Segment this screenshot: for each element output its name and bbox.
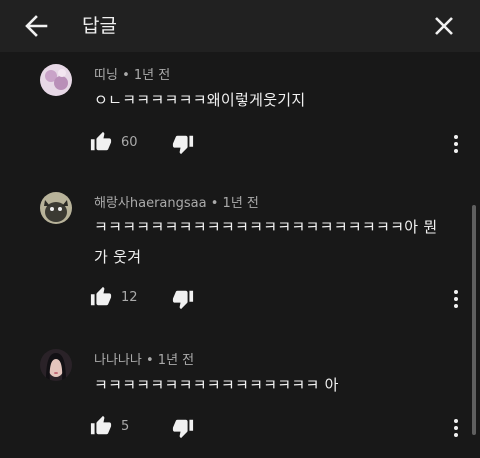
- meta-separator: •: [122, 68, 134, 83]
- close-button[interactable]: [430, 12, 458, 40]
- scrollbar[interactable]: [472, 205, 476, 435]
- back-button[interactable]: [22, 12, 50, 40]
- more-vertical-icon: [454, 135, 458, 153]
- dislike-button[interactable]: [172, 417, 198, 441]
- author-name[interactable]: 해랑사haerangsaa: [94, 196, 207, 211]
- comment-text: ㅋㅋㅋㅋㅋㅋㅋㅋㅋㅋㅋㅋㅋㅋㅋㅋ 아: [94, 376, 339, 394]
- like-count: 60: [121, 135, 138, 150]
- comment-time: 1년 전: [222, 196, 259, 211]
- thumbs-up-icon: [90, 131, 112, 151]
- page-title: 답글: [82, 15, 117, 37]
- comment-meta: 해랑사haerangsaa • 1년 전: [94, 192, 259, 211]
- comment-text: ㅇㄴㅋㅋㅋㅋㅋㅋ왜이렇게웃기지: [94, 91, 306, 109]
- thumbs-down-icon: [172, 135, 194, 155]
- like-button[interactable]: [90, 415, 116, 439]
- meta-separator: •: [145, 353, 158, 368]
- comment-item: 나나나나 • 1년 전 ㅋㅋㅋㅋㅋㅋㅋㅋㅋㅋㅋㅋㅋㅋㅋㅋ 아 5: [0, 349, 480, 444]
- author-name[interactable]: 나나나나: [94, 353, 142, 368]
- like-button[interactable]: [90, 286, 116, 310]
- thumbs-down-icon: [172, 290, 194, 310]
- thumbs-down-icon: [172, 419, 194, 439]
- thumbs-up-icon: [90, 286, 112, 306]
- comment-text: ㅋㅋㅋㅋㅋㅋㅋㅋㅋㅋㅋㅋㅋㅋㅋㅋㅋㅋㅋㅋㅋㅋ아 뭔가 웃겨: [94, 218, 438, 266]
- more-options-button[interactable]: [446, 287, 466, 311]
- more-options-button[interactable]: [446, 416, 466, 440]
- close-icon: [435, 17, 453, 35]
- more-vertical-icon: [454, 419, 458, 437]
- avatar[interactable]: [40, 64, 72, 96]
- meta-separator: •: [210, 196, 223, 211]
- dislike-button[interactable]: [172, 288, 198, 312]
- more-options-button[interactable]: [446, 132, 466, 156]
- avatar[interactable]: [40, 192, 72, 224]
- comment-item: 띠닝 • 1년 전 ㅇㄴㅋㅋㅋㅋㅋㅋ왜이렇게웃기지 60: [0, 64, 480, 157]
- arrow-left-icon: [25, 15, 48, 37]
- comment-time: 1년 전: [133, 68, 171, 83]
- comment-time: 1년 전: [157, 353, 195, 368]
- like-count: 5: [121, 419, 130, 434]
- more-vertical-icon: [454, 290, 458, 308]
- thumbs-up-icon: [90, 415, 112, 435]
- header-bar: 답글: [0, 0, 480, 52]
- like-count: 12: [121, 290, 138, 305]
- comment-item: 해랑사haerangsaa • 1년 전 ㅋㅋㅋㅋㅋㅋㅋㅋㅋㅋㅋㅋㅋㅋㅋㅋㅋㅋㅋ…: [0, 192, 480, 312]
- like-button[interactable]: [90, 131, 116, 155]
- author-name[interactable]: 띠닝: [94, 68, 118, 83]
- comment-meta: 나나나나 • 1년 전: [94, 349, 194, 368]
- comment-meta: 띠닝 • 1년 전: [94, 64, 170, 83]
- avatar[interactable]: [40, 349, 72, 381]
- dislike-button[interactable]: [172, 133, 198, 157]
